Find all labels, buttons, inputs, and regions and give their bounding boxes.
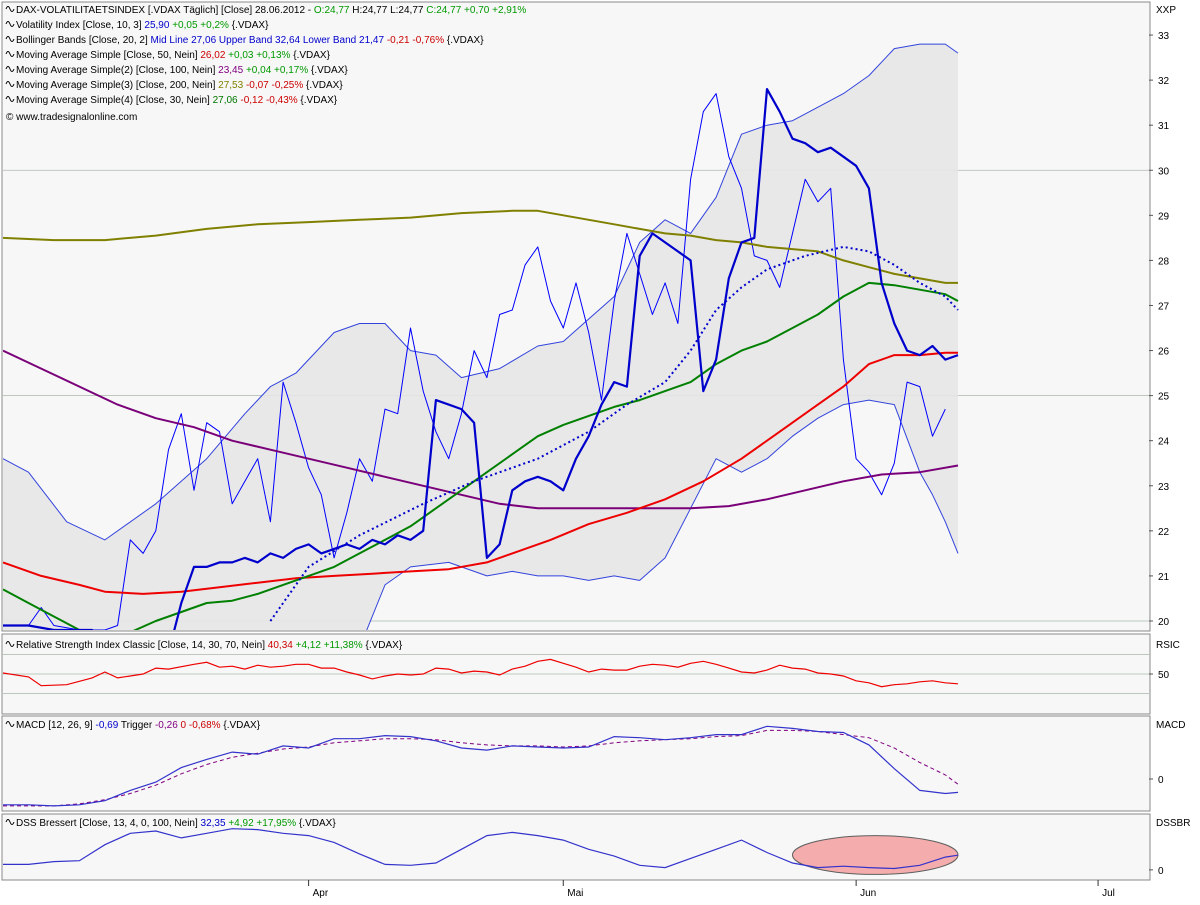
y-tick-label: 33	[1158, 31, 1170, 42]
y-tick-label: 28	[1158, 256, 1170, 267]
price-panel-label: XXP	[1156, 5, 1176, 16]
x-tick-label: Jun	[860, 888, 876, 899]
y-tick-label: 50	[1158, 670, 1170, 681]
y-tick-label: 21	[1158, 572, 1170, 583]
x-tick-label: Apr	[313, 888, 329, 899]
rsi-panel-label: RSIC	[1156, 640, 1180, 651]
copyright-text: © www.tradesignalonline.com	[6, 112, 137, 123]
y-tick-label: 23	[1158, 482, 1170, 493]
y-tick-label: 27	[1158, 301, 1170, 312]
y-tick-label: 20	[1158, 617, 1170, 628]
y-tick-label: 24	[1158, 437, 1170, 448]
y-tick-label: 25	[1158, 392, 1170, 403]
y-tick-label: 32	[1158, 76, 1170, 87]
legend-entry: Moving Average Simple(2) [Close, 100, Ne…	[16, 65, 348, 76]
y-tick-label: 30	[1158, 166, 1170, 177]
legend-entry: Moving Average Simple(3) [Close, 200, Ne…	[16, 80, 343, 91]
macd-panel-label: MACD	[1156, 720, 1185, 731]
chart-canvas: 20 21 22 23 24 25 26 27 28 29 30 31 32 33 Apr Mai Jun Jul…	[1, 1, 1190, 899]
rsi-legend: Relative Strength Index Classic [Close, …	[16, 640, 403, 651]
legend-entry: Bollinger Bands [Close, 20, 2] Mid Line …	[16, 35, 484, 46]
dss-legend: DSS Bressert [Close, 13, 4, 0, 100, Nein…	[16, 818, 336, 829]
y-tick-label: 22	[1158, 527, 1170, 538]
y-tick-label: 29	[1158, 211, 1170, 222]
y-tick-label: 26	[1158, 347, 1170, 358]
macd-legend: MACD [12, 26, 9] -0,69 Trigger -0,26 0 -…	[16, 720, 261, 731]
x-tick-label: Mai	[567, 888, 583, 899]
dss-panel-label: DSSBR	[1156, 818, 1190, 829]
y-tick-label: 0	[1158, 775, 1164, 786]
legend-entry: Volatility Index [Close, 10, 3] 25,90 +0…	[16, 20, 269, 31]
legend-entry: Moving Average Simple(4) [Close, 30, Nei…	[16, 95, 338, 106]
highlight-ellipse	[791, 835, 959, 875]
legend-entry: DAX-VOLATILITAETSINDEX [.VDAX Täglich] […	[16, 5, 526, 16]
legend-entry: Moving Average Simple [Close, 50, Nein] …	[16, 50, 331, 61]
y-tick-label: 31	[1158, 121, 1170, 132]
y-tick-label: 0	[1158, 866, 1164, 877]
x-tick-label: Jul	[1102, 888, 1115, 899]
